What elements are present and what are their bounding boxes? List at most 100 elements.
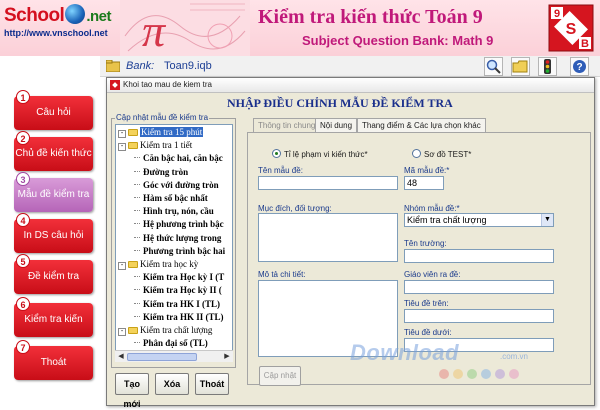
tree-leaf-item[interactable]: Kiểm tra HK II (TL) [134, 312, 224, 323]
sidebar-item-number: 7 [16, 340, 30, 354]
name-input[interactable] [258, 176, 398, 190]
teacher-input[interactable] [404, 280, 554, 294]
tree-connector [134, 342, 140, 344]
purpose-textarea[interactable] [258, 213, 398, 262]
sidebar-item-test-templates[interactable]: 3 Mẫu đề kiểm tra [14, 172, 93, 212]
name-label: Tên mẫu đề: [258, 166, 303, 175]
dialog-heading: NHẬP ĐIỀU CHỈNH MẪU ĐỀ KIỂM TRA [227, 96, 453, 110]
collapse-icon[interactable]: - [118, 262, 126, 270]
help-icon[interactable]: ? [570, 57, 589, 76]
sidebar-item-knowledge-test[interactable]: 6 Kiểm tra kiến thức [14, 297, 93, 359]
dialog-title: Khoi tao mau de kiem tra [123, 80, 212, 89]
group-select-value: Kiểm tra chất lượng [407, 215, 487, 225]
tree-connector [134, 289, 140, 291]
tab-scoring[interactable]: Thang điểm & Các lựa chọn khác [357, 118, 486, 132]
sidebar-item-label: Mẫu đề kiểm tra [17, 189, 90, 200]
sidebar-item-label: Đề kiểm tra [27, 271, 80, 282]
new-button[interactable]: Tạo mới [115, 373, 149, 409]
update-button[interactable]: Cập nhật [259, 366, 301, 386]
tree-item-label: Kiểm tra chất lượng [140, 325, 213, 335]
code-input[interactable]: 48 [404, 176, 444, 190]
school-logo: School .net [4, 4, 112, 27]
header-title-input[interactable] [404, 309, 554, 323]
group-label: Nhóm mẫu đề:* [404, 204, 460, 213]
tree-item-label: Căn bậc hai, căn bậc [143, 153, 223, 164]
sidebar-item-tests[interactable]: 5 Đề kiểm tra [14, 254, 93, 294]
bank-file-name: Toan9.iqb [164, 60, 212, 72]
search-icon[interactable] [484, 57, 503, 76]
badge-top-text: 9 [554, 8, 560, 20]
collapse-icon[interactable]: - [118, 143, 126, 152]
tree-group-item[interactable]: - Kiểm tra học kỳ [118, 259, 198, 270]
download-watermark: Download [350, 340, 460, 365]
sidebar-item-number: 4 [16, 213, 30, 227]
tree-leaf-item[interactable]: Hệ thức lượng trong [134, 233, 221, 244]
chevron-down-icon[interactable]: ▼ [541, 214, 553, 226]
sidebar-item-print-list[interactable]: 4 In DS câu hỏi [14, 213, 93, 253]
tree-leaf-item[interactable]: Góc với đường tròn [134, 180, 219, 191]
svg-text:?: ? [576, 62, 582, 73]
school-input[interactable] [404, 249, 554, 263]
tree-group-item[interactable]: - Kiểm tra chất lượng [118, 325, 212, 336]
radio-diagram[interactable] [412, 149, 421, 158]
tree-leaf-item[interactable]: Phương trình bậc hai [134, 246, 225, 257]
tree-leaf-item[interactable]: Phân đại số (TL) [134, 338, 208, 349]
tree-leaf-item[interactable]: Căn bậc hai, căn bậc [134, 153, 223, 164]
sidebar-item-questions[interactable]: 1 Câu hỏi [14, 90, 93, 130]
sidebar: 1 Câu hỏi 2 Chủ đề kiến thức 3 Mẫu đề ki… [0, 56, 100, 410]
tree-item-label: Kiểm tra 15 phút [140, 127, 204, 137]
radio-ratio-label: Tỉ lệ phạm vi kiến thức* [284, 150, 368, 159]
purpose-label: Mục đích, đối tượng: [258, 204, 332, 213]
tree-leaf-item[interactable]: Hàm số bậc nhất [134, 193, 208, 204]
tab-general[interactable]: Thông tin chung [253, 118, 321, 132]
logo-school-text: School [4, 5, 65, 26]
folder-icon [128, 261, 138, 268]
group-select[interactable]: Kiểm tra chất lượng ▼ [404, 213, 554, 227]
tree-connector [134, 210, 140, 212]
radio-ratio[interactable] [272, 149, 281, 158]
sidebar-item-topics[interactable]: 2 Chủ đề kiến thức [14, 131, 93, 171]
tab-content[interactable]: Nội dung [315, 118, 358, 132]
tree-item-label: Hàm số bậc nhất [143, 193, 208, 203]
tree-item-label: Hình trụ, nón, cầu [143, 206, 214, 217]
delete-button[interactable]: Xóa [155, 373, 189, 395]
watermark-dots-icon [439, 369, 519, 379]
watermark-domain: .com.vn [500, 352, 529, 361]
folder-icon [128, 129, 138, 136]
sidebar-item-exit[interactable]: 7 Thoát [14, 340, 93, 380]
header-title-label: Tiêu đề trên: [404, 299, 449, 308]
tree-group-item[interactable]: - Kiểm tra 1 tiết [118, 140, 192, 152]
tree-item-label: Hệ thức lượng trong [143, 232, 222, 243]
tree-leaf-item[interactable]: Kiểm tra Học kỳ I (T [134, 272, 224, 283]
sidebar-item-label: Chủ đề kiến thức [15, 148, 92, 159]
exit-button[interactable]: Thoát [195, 373, 229, 395]
sidebar-item-number: 2 [16, 131, 30, 145]
tree-group-item[interactable]: - Kiểm tra 15 phút [118, 127, 204, 138]
tree-caption: Cập nhật mẫu đề kiểm tra [115, 113, 210, 122]
globe-icon [65, 4, 86, 24]
tree-leaf-item[interactable]: Kiểm tra Học kỳ II ( [134, 285, 222, 296]
tree-connector [134, 183, 140, 185]
folder-open-icon[interactable] [511, 57, 530, 76]
collapse-icon[interactable]: - [118, 328, 126, 336]
scroll-thumb[interactable] [127, 353, 197, 361]
scroll-left-icon[interactable]: ◀ [116, 352, 126, 362]
tree-item-label: Kiểm tra Học kỳ II ( [143, 285, 222, 296]
tree-leaf-item[interactable]: Đường tròn [134, 167, 188, 178]
logo-url: http://www.vnschool.net [4, 28, 108, 38]
tree-leaf-item[interactable]: Hệ phương trình bậc [134, 219, 224, 230]
tree-horizontal-scrollbar[interactable]: ◀ ▶ [115, 350, 233, 362]
template-tree[interactable]: - Kiểm tra 15 phút - Kiểm tra 1 tiết Căn bậc… [115, 124, 233, 362]
dialog-titlebar[interactable]: Khoi tao mau de kiem tra [107, 78, 594, 93]
tree-leaf-item[interactable]: Hình trụ, nón, cầu [134, 206, 214, 217]
9sb-logo-icon: 9 S B [548, 4, 594, 52]
tree-item-label: Phương trình bậc hai [143, 245, 226, 256]
collapse-icon[interactable]: - [118, 130, 126, 138]
tree-leaf-item[interactable]: Kiểm tra HK I (TL) [134, 299, 220, 310]
scroll-right-icon[interactable]: ▶ [222, 352, 232, 362]
tree-item-label: Kiểm tra HK I (TL) [143, 298, 220, 309]
tree-item-label: Kiểm tra Học kỳ I (T [143, 272, 225, 283]
sidebar-item-label: Câu hỏi [36, 107, 71, 118]
bank-label: Bank: [126, 60, 155, 72]
traffic-light-icon[interactable] [538, 57, 557, 76]
